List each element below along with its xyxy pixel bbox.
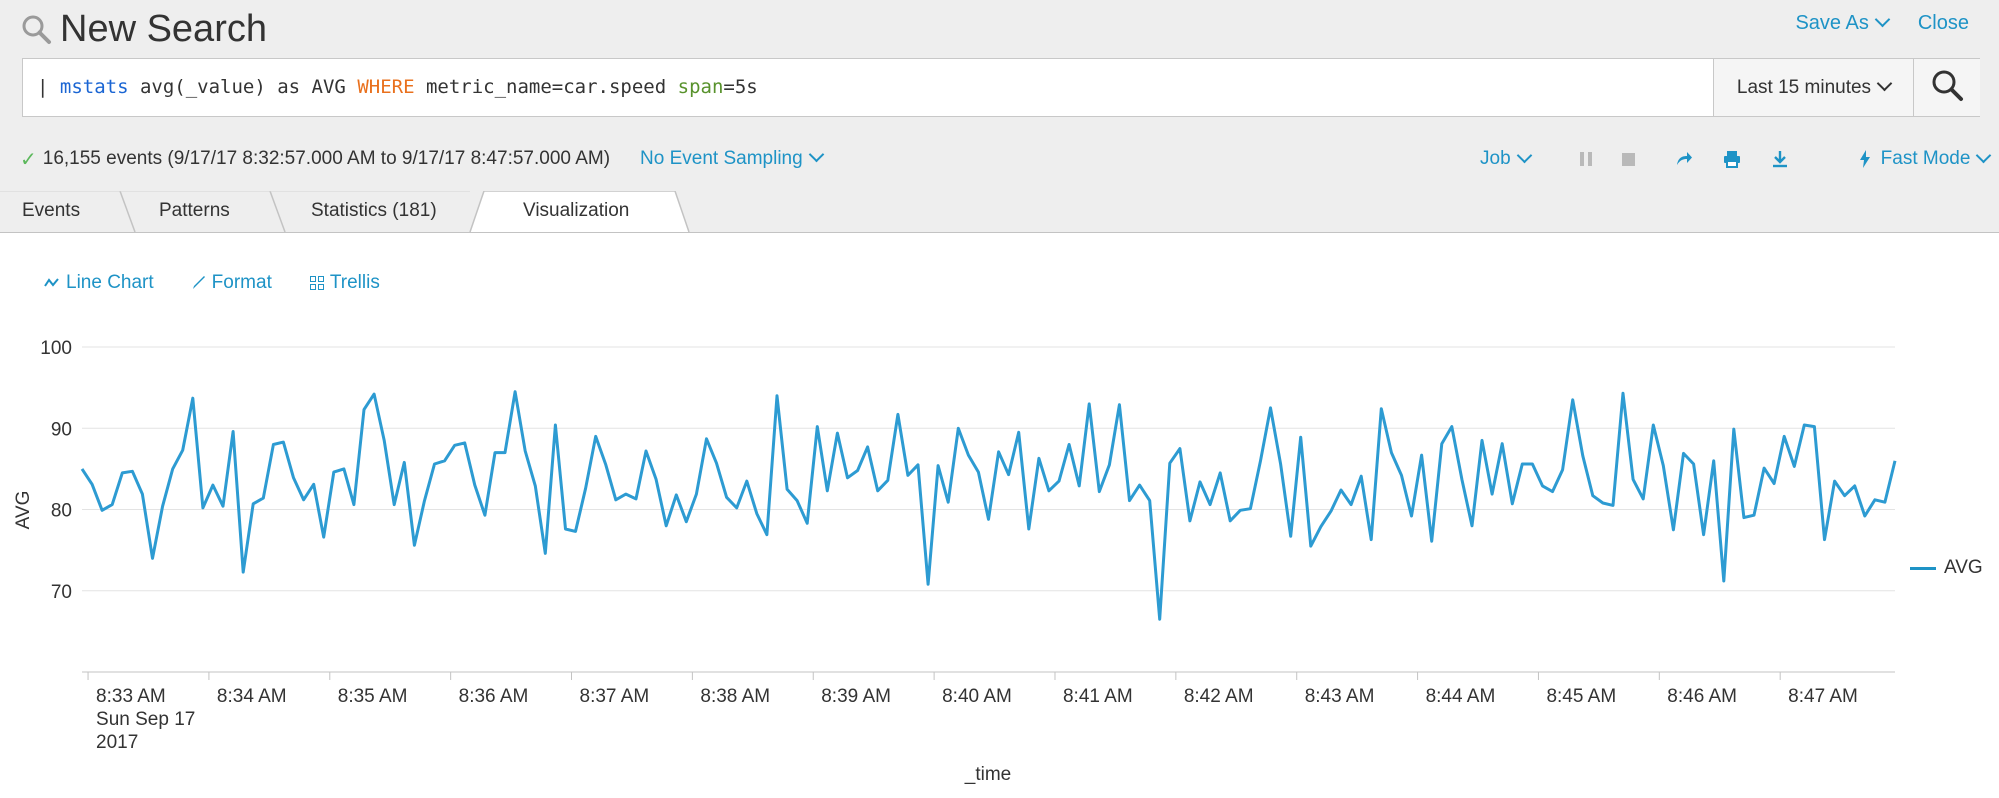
query-pipe: | <box>37 76 60 98</box>
grid-icon <box>309 276 324 290</box>
series-line-avg <box>80 390 1897 621</box>
event-sampling-label: No Event Sampling <box>640 148 803 169</box>
line-chart: 70 80 90 100 8:33 AM 8:34 AM 8:35 AM 8:36 AM 8:3… <box>13 338 1897 785</box>
stop-icon[interactable] <box>1621 152 1635 166</box>
chevron-down-icon <box>1516 147 1532 163</box>
x-tick-label: 8:46 AM <box>1667 686 1737 707</box>
save-as-menu[interactable]: Save As <box>1795 11 1891 35</box>
x-tick-sublabel: Sun Sep 17 <box>96 709 195 730</box>
job-label: Job <box>1480 148 1511 169</box>
query-argument: span <box>677 76 724 98</box>
checkmark-icon: ✓ <box>20 148 37 171</box>
chevron-down-icon <box>1876 75 1893 92</box>
legend-label: AVG <box>1944 557 1983 578</box>
x-tick-label: 8:44 AM <box>1426 686 1496 707</box>
event-sampling-menu[interactable]: No Event Sampling <box>640 146 824 170</box>
x-tick-label: 8:38 AM <box>700 686 770 707</box>
x-axis-title: _time <box>964 764 1011 785</box>
x-tick-label: 8:42 AM <box>1184 686 1254 707</box>
close-link[interactable]: Close <box>1918 12 1969 35</box>
search-mode-label: Fast Mode <box>1880 148 1971 169</box>
x-tick-label: 8:41 AM <box>1063 686 1133 707</box>
format-button[interactable]: Format <box>192 272 272 294</box>
query-argument-value: =5s <box>723 76 758 98</box>
pause-icon[interactable] <box>1579 152 1592 166</box>
chart-legend[interactable]: AVG <box>1910 557 1983 579</box>
search-query-input[interactable]: | mstats avg(_value) as AVG WHERE metric… <box>37 59 758 116</box>
x-tick-label: 8:33 AM <box>96 686 166 707</box>
search-mode-menu[interactable]: Fast Mode <box>1859 147 1992 170</box>
print-icon[interactable] <box>1723 150 1741 168</box>
title-row: New Search <box>20 4 267 54</box>
search-icon <box>20 13 52 45</box>
export-icon[interactable] <box>1771 150 1789 168</box>
y-tick-label: 100 <box>40 338 72 359</box>
page-title: New Search <box>60 7 267 50</box>
query-keyword: WHERE <box>357 76 415 98</box>
search-bar: | mstats avg(_value) as AVG WHERE metric… <box>22 58 1980 117</box>
x-tick-sublabel: 2017 <box>96 732 138 753</box>
tab-visualization[interactable]: Visualization <box>523 191 629 231</box>
trellis-button[interactable]: Trellis <box>309 272 380 294</box>
legend-swatch <box>1910 566 1936 570</box>
x-tick-label: 8:39 AM <box>821 686 891 707</box>
header-actions: Save As Close <box>1795 11 1969 35</box>
y-tick-label: 80 <box>51 501 72 522</box>
x-tick-label: 8:37 AM <box>580 686 650 707</box>
tab-shapes <box>0 191 690 233</box>
x-tick-label: 8:45 AM <box>1546 686 1616 707</box>
tab-statistics[interactable]: Statistics (181) <box>311 191 437 231</box>
x-tick-label: 8:47 AM <box>1788 686 1858 707</box>
job-status: ✓ 16,155 events (9/17/17 8:32:57.000 AM … <box>20 145 824 173</box>
time-range-picker[interactable]: Last 15 minutes <box>1713 59 1913 116</box>
x-tick-label: 8:43 AM <box>1305 686 1375 707</box>
query-command: mstats <box>59 76 129 98</box>
chevron-down-icon <box>1976 147 1992 163</box>
viz-toolbar: Line Chart Format Trellis <box>44 272 380 294</box>
query-filter: metric_name=car.speed <box>414 76 678 98</box>
x-tick-label: 8:36 AM <box>459 686 529 707</box>
x-tick-label: 8:35 AM <box>338 686 408 707</box>
chevron-down-icon <box>808 146 824 163</box>
query-function: avg(_value) as AVG <box>128 76 358 98</box>
share-icon[interactable] <box>1675 151 1693 167</box>
brush-icon <box>192 276 205 289</box>
trellis-label: Trellis <box>329 272 380 293</box>
y-tick-label: 90 <box>51 419 72 440</box>
job-menu[interactable]: Job <box>1480 147 1532 170</box>
line-chart-label: Line Chart <box>66 272 154 293</box>
save-as-label: Save As <box>1795 12 1869 34</box>
job-controls: Job Fast Mode <box>1480 145 1992 173</box>
format-label: Format <box>211 272 272 293</box>
search-button[interactable] <box>1913 59 1980 116</box>
tab-patterns[interactable]: Patterns <box>159 191 230 231</box>
line-chart-icon <box>44 278 59 287</box>
line-chart-button[interactable]: Line Chart <box>44 272 154 294</box>
time-range-label: Last 15 minutes <box>1736 76 1872 98</box>
y-tick-label: 70 <box>51 582 72 603</box>
lightning-icon <box>1859 150 1870 168</box>
y-axis-title: AVG <box>13 491 34 530</box>
tab-events[interactable]: Events <box>22 191 80 231</box>
search-icon <box>1930 68 1964 107</box>
tab-bar: Events Patterns Statistics (181) Visuali… <box>0 191 1999 233</box>
chevron-down-icon <box>1874 11 1891 28</box>
x-tick-label: 8:40 AM <box>942 686 1012 707</box>
x-tick-label: 8:34 AM <box>217 686 287 707</box>
event-count: 16,155 events (9/17/17 8:32:57.000 AM to… <box>42 148 611 169</box>
